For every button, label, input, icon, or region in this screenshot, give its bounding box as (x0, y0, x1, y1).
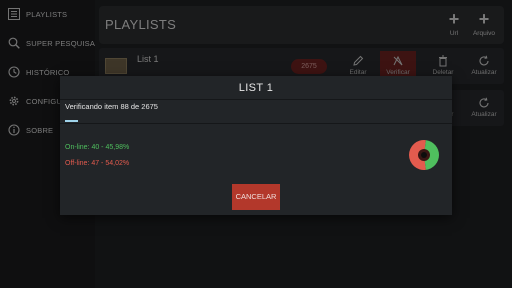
divider (60, 123, 452, 124)
divider (60, 99, 452, 100)
online-stat: On-line: 40 - 45,98% (65, 144, 130, 151)
cancel-button[interactable]: CANCELAR (232, 184, 280, 210)
progress-bar (65, 120, 78, 122)
pie-center-dot (421, 152, 427, 158)
dialog-title: LIST 1 (238, 82, 274, 94)
offline-stat: Off-line: 47 - 54,02% (65, 160, 130, 167)
verification-status: Verificando item 88 de 2675 (65, 102, 158, 111)
status-pie-chart (409, 140, 439, 170)
verification-dialog: LIST 1 Verificando item 88 de 2675 On-li… (60, 76, 452, 215)
